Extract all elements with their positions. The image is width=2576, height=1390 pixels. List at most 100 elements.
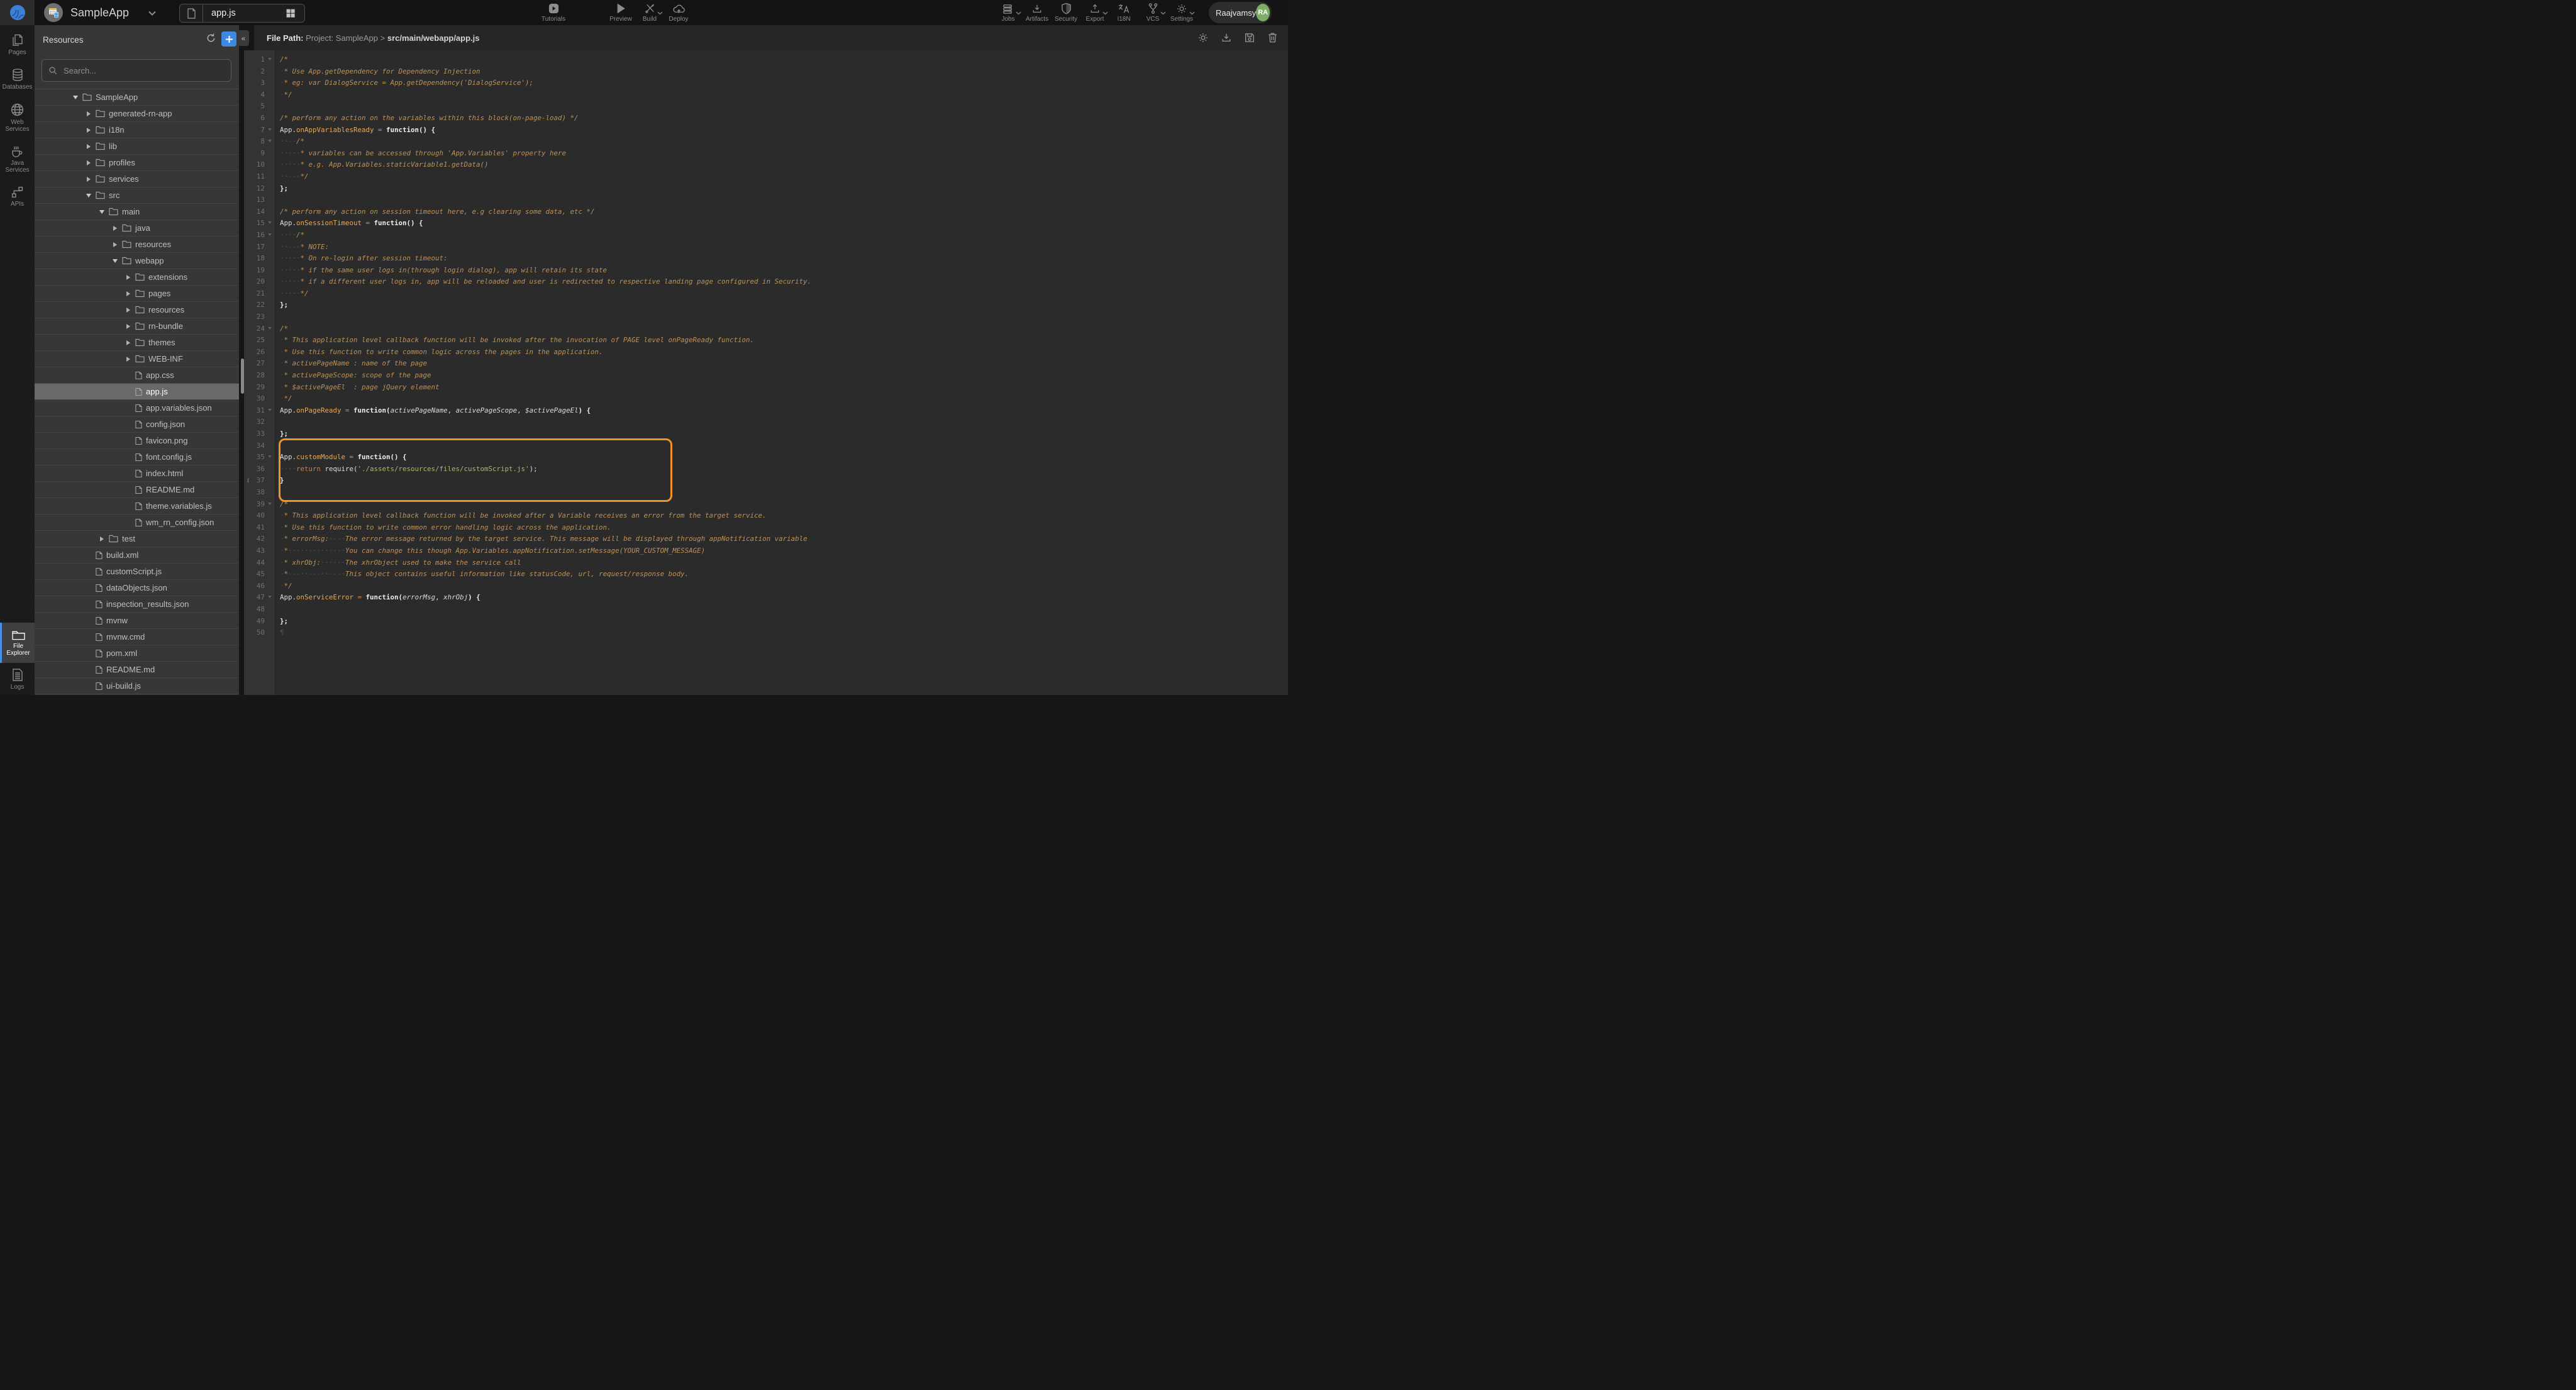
- code-line[interactable]: ·····* variables can be accessed through…: [275, 148, 1288, 160]
- sidebar-item-pages[interactable]: Pages: [0, 31, 35, 58]
- chevron-expanded-icon[interactable]: [99, 210, 105, 214]
- code-line[interactable]: ·····* e.g. App.Variables.staticVariable…: [275, 159, 1288, 171]
- code-line[interactable]: ····/*: [275, 230, 1288, 242]
- code-line[interactable]: ·····* if the same user logs in(through …: [275, 265, 1288, 277]
- sidebar-item-web-services[interactable]: Web Services: [0, 101, 35, 135]
- search-box[interactable]: [42, 59, 231, 82]
- code-line[interactable]: ·*··············You can change this thou…: [275, 545, 1288, 557]
- tree-row-build.xml[interactable]: build.xml: [35, 547, 239, 564]
- code-line[interactable]: App.onServiceError = function(errorMsg, …: [275, 592, 1288, 604]
- tree-row-theme.variables.js[interactable]: theme.variables.js: [35, 498, 239, 514]
- code-line[interactable]: App.onSessionTimeout = function() {: [275, 218, 1288, 230]
- code-line[interactable]: /* perform any action on session timeout…: [275, 206, 1288, 218]
- user-menu[interactable]: Raajvamsy RA: [1209, 2, 1272, 23]
- chevron-collapsed-icon[interactable]: [86, 177, 92, 182]
- download-icon[interactable]: [1221, 32, 1232, 43]
- code-line[interactable]: ·* This application level callback funct…: [275, 510, 1288, 522]
- grid-view-icon[interactable]: [286, 8, 304, 18]
- fold-toggle-icon[interactable]: [268, 327, 272, 330]
- tree-row-test[interactable]: test: [35, 531, 239, 547]
- tree-row-i18n[interactable]: i18n: [35, 122, 239, 138]
- tree-row-app.js[interactable]: app.js: [35, 384, 239, 400]
- add-resource-button[interactable]: [221, 31, 236, 47]
- topbar-button-deploy[interactable]: Deploy: [664, 0, 693, 25]
- code-line[interactable]: [275, 194, 1288, 206]
- project-switcher-chevron-down-icon[interactable]: [147, 8, 157, 18]
- fold-toggle-icon[interactable]: [268, 233, 272, 236]
- code-line[interactable]: App.onAppVariablesReady = function() {: [275, 125, 1288, 136]
- tree-row-pages[interactable]: pages: [35, 286, 239, 302]
- topbar-button-i18n[interactable]: I18N: [1109, 0, 1138, 25]
- code-line[interactable]: ·* activePageScope: scope of the page: [275, 370, 1288, 382]
- tree-row-favicon.png[interactable]: favicon.png: [35, 433, 239, 449]
- save-icon[interactable]: [1244, 32, 1255, 43]
- project-avatar[interactable]: [44, 3, 63, 22]
- topbar-button-vcs[interactable]: VCS: [1138, 0, 1167, 25]
- topbar-button-jobs[interactable]: Jobs: [994, 0, 1023, 25]
- tree-row-ui-build.js[interactable]: ui-build.js: [35, 678, 239, 694]
- code-line[interactable]: ·····* NOTE:: [275, 242, 1288, 253]
- code-line[interactable]: ·* eg: var DialogService = App.getDepend…: [275, 77, 1288, 89]
- tree-row-pom.xml[interactable]: pom.xml: [35, 645, 239, 662]
- tree-row-app.variables.json[interactable]: app.variables.json: [35, 400, 239, 416]
- sidebar-item-databases[interactable]: Databases: [0, 66, 35, 92]
- tree-row-resources[interactable]: resources: [35, 236, 239, 253]
- tree-row-generated-rn-app[interactable]: generated-rn-app: [35, 106, 239, 122]
- fold-toggle-icon[interactable]: [268, 221, 272, 224]
- sidebar-item-apis[interactable]: APIs: [0, 184, 35, 209]
- delete-icon[interactable]: [1267, 32, 1278, 43]
- code-line[interactable]: /*: [275, 54, 1288, 66]
- tree-row-themes[interactable]: themes: [35, 335, 239, 351]
- code-content[interactable]: /*·* Use App.getDependency for Dependenc…: [275, 50, 1288, 695]
- sidebar-item-logs[interactable]: Logs: [0, 667, 35, 692]
- topbar-button-security[interactable]: Security: [1052, 0, 1080, 25]
- tree-row-WEB-INF[interactable]: WEB-INF: [35, 351, 239, 367]
- code-line[interactable]: ·*/: [275, 89, 1288, 101]
- fold-toggle-icon[interactable]: [268, 455, 272, 458]
- code-line[interactable]: ·* errorMsg:····The error message return…: [275, 533, 1288, 545]
- tree-row-services[interactable]: services: [35, 171, 239, 187]
- chevron-collapsed-icon[interactable]: [125, 357, 131, 362]
- code-line[interactable]: ·*/: [275, 581, 1288, 592]
- fold-toggle-icon[interactable]: [268, 503, 272, 505]
- topbar-button-tutorials[interactable]: Tutorials: [539, 0, 568, 25]
- chevron-collapsed-icon[interactable]: [125, 308, 131, 313]
- chevron-collapsed-icon[interactable]: [112, 242, 118, 247]
- tree-row-rn-bundle[interactable]: rn-bundle: [35, 318, 239, 335]
- code-line[interactable]: ·* activePageName : name of the page: [275, 358, 1288, 370]
- code-line[interactable]: ·* Use this function to write common log…: [275, 347, 1288, 359]
- topbar-button-preview[interactable]: Preview: [606, 0, 635, 25]
- code-line[interactable]: };: [275, 183, 1288, 195]
- chevron-expanded-icon[interactable]: [86, 194, 92, 197]
- tree-row-wm_rn_config.json[interactable]: wm_rn_config.json: [35, 514, 239, 531]
- refresh-icon[interactable]: [206, 33, 216, 43]
- code-line[interactable]: /*: [275, 323, 1288, 335]
- fold-toggle-icon[interactable]: [268, 409, 272, 411]
- code-line[interactable]: ·····*/: [275, 171, 1288, 183]
- code-line[interactable]: ·····*/: [275, 288, 1288, 300]
- code-line[interactable]: ·*/: [275, 393, 1288, 405]
- tree-row-mvnw[interactable]: mvnw: [35, 613, 239, 629]
- code-line[interactable]: /*: [275, 499, 1288, 511]
- collapse-panel-button[interactable]: «: [238, 30, 249, 46]
- code-line[interactable]: /* perform any action on the variables w…: [275, 113, 1288, 125]
- code-line[interactable]: };: [275, 299, 1288, 311]
- fold-toggle-icon[interactable]: [268, 58, 272, 60]
- tree-row-index.html[interactable]: index.html: [35, 465, 239, 482]
- tree-row-resources[interactable]: resources: [35, 302, 239, 318]
- code-line[interactable]: App.customModule = function() {: [275, 452, 1288, 464]
- chevron-collapsed-icon[interactable]: [86, 128, 92, 133]
- code-line[interactable]: [275, 487, 1288, 499]
- code-line[interactable]: };: [275, 428, 1288, 440]
- chevron-collapsed-icon[interactable]: [86, 111, 92, 116]
- chevron-collapsed-icon[interactable]: [125, 340, 131, 345]
- code-line[interactable]: };: [275, 616, 1288, 628]
- code-line[interactable]: [275, 416, 1288, 428]
- search-input[interactable]: [62, 65, 225, 76]
- code-line[interactable]: ·····* if a different user logs in, app …: [275, 276, 1288, 288]
- fold-toggle-icon[interactable]: [268, 140, 272, 142]
- tree-row-java[interactable]: java: [35, 220, 239, 236]
- code-line[interactable]: ·* $activePageEl : page jQuery element: [275, 382, 1288, 394]
- tree-row-SampleApp[interactable]: SampleApp: [35, 89, 239, 106]
- tree-row-customScript.js[interactable]: customScript.js: [35, 564, 239, 580]
